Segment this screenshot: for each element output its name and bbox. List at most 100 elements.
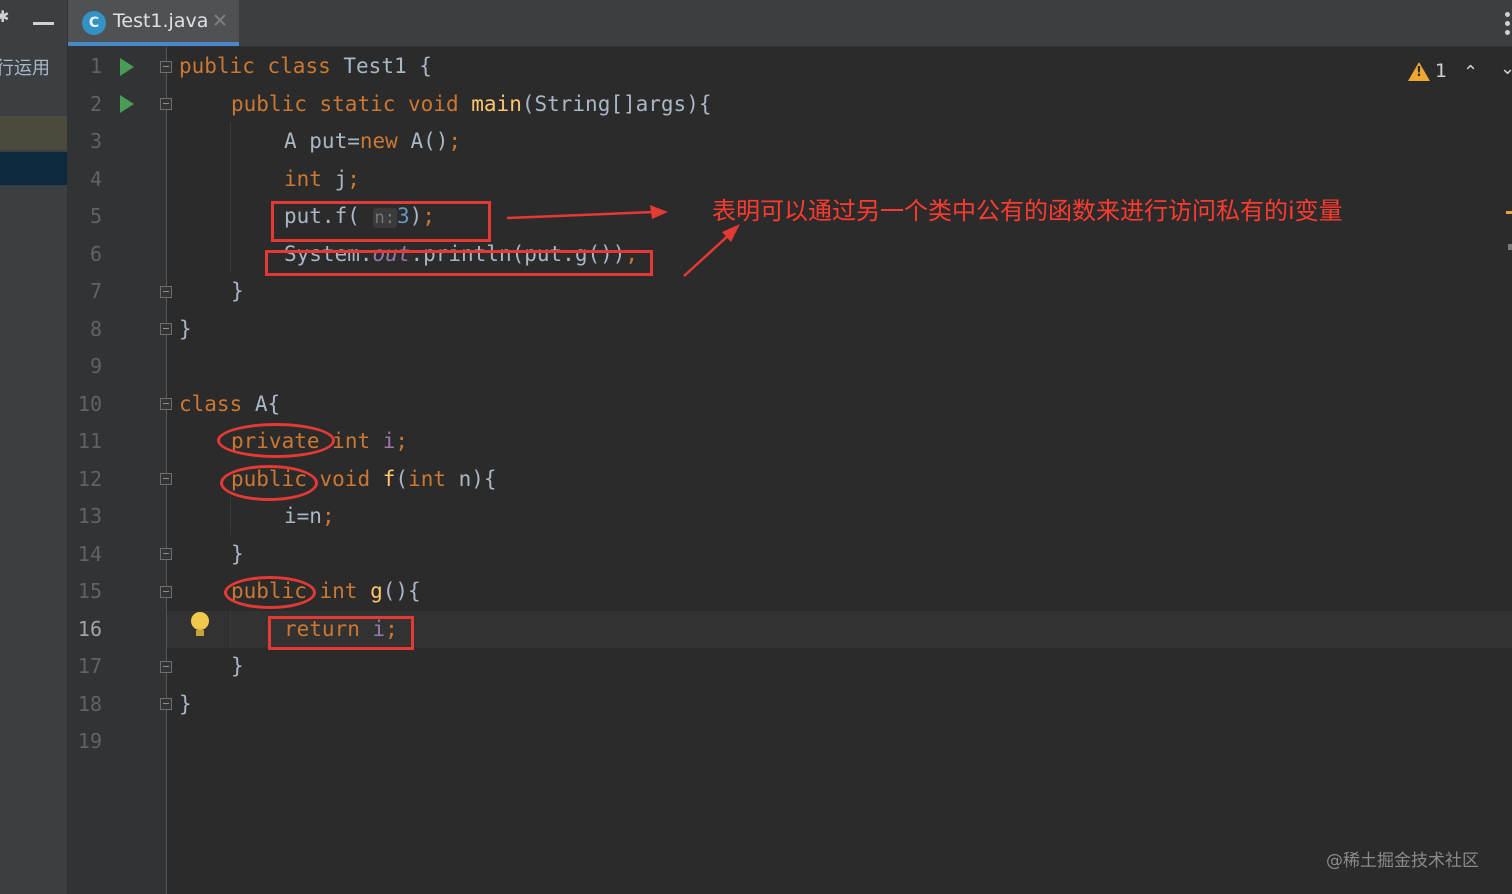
line-number: 6 [89, 242, 102, 266]
project-tree-row[interactable] [0, 116, 67, 150]
code-line-3[interactable]: A put=new A(); [284, 123, 461, 160]
annotation-text: 表明可以通过另一个类中公有的函数来进行访问私有的i变量 [712, 197, 1343, 225]
field-name: i [382, 429, 396, 453]
line-number: 12 [77, 467, 102, 491]
warning-icon [1408, 62, 1430, 81]
code-text: (){ [382, 579, 421, 603]
lightbulb-icon[interactable] [191, 612, 209, 636]
line-number-current: 16 [77, 617, 102, 641]
fold-icon[interactable] [160, 661, 172, 673]
line-number: 4 [89, 167, 102, 191]
keyword: int [284, 167, 322, 191]
code-line-8[interactable]: } [179, 311, 192, 348]
line-number: 10 [77, 392, 102, 416]
line-number: 18 [77, 692, 102, 716]
error-stripe-marker[interactable] [1506, 211, 1512, 214]
annotation-ellipse [220, 465, 318, 501]
keyword: int [319, 579, 358, 603]
fold-icon[interactable] [160, 473, 172, 485]
method-name: main [471, 92, 522, 116]
line-number: 19 [77, 729, 102, 753]
fold-icon[interactable] [160, 548, 172, 560]
keyword: int [408, 467, 446, 491]
annotation-ellipse [224, 576, 316, 609]
keyword: int [332, 429, 371, 453]
semicolon: ; [395, 429, 409, 453]
indent-guide [230, 610, 231, 648]
fold-icon[interactable] [160, 286, 172, 298]
keyword: static [319, 92, 396, 116]
code-line-1[interactable]: public class Test1 { [179, 48, 432, 85]
fold-icon[interactable] [160, 61, 172, 73]
line-number: 3 [89, 129, 102, 153]
code-line-14[interactable]: } [231, 536, 244, 573]
keyword: void [319, 467, 371, 491]
line-number: 9 [89, 354, 102, 378]
chevron-down-icon[interactable]: ⌄ [1500, 58, 1512, 79]
warning-count: 1 [1435, 60, 1448, 82]
fold-icon[interactable] [160, 698, 172, 710]
fold-icon[interactable] [160, 98, 172, 110]
code-line-17[interactable]: } [231, 648, 244, 685]
annotation-ellipse [217, 423, 335, 458]
arrow-head [722, 224, 740, 242]
chevron-up-icon[interactable]: ⌃ [1463, 62, 1478, 83]
semicolon: ; [347, 167, 360, 191]
semicolon: ; [448, 129, 462, 153]
editor-tab-bar: C Test1.java ✕ [68, 0, 1512, 47]
line-number: 5 [89, 204, 102, 228]
code-text: } [179, 692, 192, 716]
java-class-icon: C [82, 11, 106, 35]
project-tree-row-selected[interactable] [0, 152, 67, 185]
keyword: class [267, 54, 331, 78]
code-text: j [321, 167, 348, 191]
code-line-18[interactable]: } [179, 686, 192, 723]
fold-icon[interactable] [160, 323, 172, 335]
minimize-icon[interactable] [33, 22, 54, 25]
annotation-box [271, 201, 491, 242]
indent-guide [230, 497, 231, 535]
semicolon: ; [321, 504, 335, 528]
line-number: 1 [89, 54, 102, 78]
arrow-line [683, 233, 731, 277]
watermark: @稀土掘金技术社区 [1326, 851, 1479, 871]
code-text: ( [395, 467, 409, 491]
arrow-head [650, 205, 668, 219]
line-number: 13 [77, 504, 102, 528]
more-icon[interactable] [1505, 12, 1510, 36]
code-line-7[interactable]: } [231, 273, 244, 310]
tab-label: Test1.java [113, 10, 209, 32]
keyword: new [359, 129, 398, 153]
indent-guide [230, 122, 231, 272]
code-line-13[interactable]: i=n; [284, 498, 335, 535]
arrow-line [506, 210, 655, 220]
run-icon[interactable] [120, 58, 134, 76]
annotation-box [268, 616, 414, 650]
tab-test1-java[interactable]: C Test1.java ✕ [68, 0, 239, 46]
code-text: } [179, 317, 192, 341]
gear-icon[interactable]: ✱ [0, 9, 10, 25]
keyword: class [179, 392, 243, 416]
keyword: public [179, 54, 255, 78]
code-text: A{ [242, 392, 281, 416]
code-text: } [231, 279, 244, 303]
line-number: 2 [89, 92, 102, 116]
fold-icon[interactable] [160, 586, 172, 598]
code-line-4[interactable]: int j; [284, 161, 360, 198]
fold-icon[interactable] [160, 398, 172, 410]
error-stripe-marker[interactable] [1508, 244, 1512, 250]
code-line-10[interactable]: class A{ [179, 386, 280, 423]
line-number: 15 [77, 579, 102, 603]
gutter-divider [166, 47, 167, 894]
code-line-2[interactable]: public static void main(String[]args){ [231, 86, 712, 123]
code-text: A put= [284, 129, 360, 153]
class-name: Test1 { [343, 54, 432, 78]
run-icon[interactable] [120, 95, 134, 113]
project-tree-item[interactable]: 行运用 [0, 54, 50, 80]
line-number: 11 [77, 429, 102, 453]
line-number: 14 [77, 542, 102, 566]
code-text: A() [397, 129, 449, 153]
method-name: f [382, 467, 396, 491]
close-icon[interactable]: ✕ [212, 10, 228, 32]
method-name: g [370, 579, 383, 603]
